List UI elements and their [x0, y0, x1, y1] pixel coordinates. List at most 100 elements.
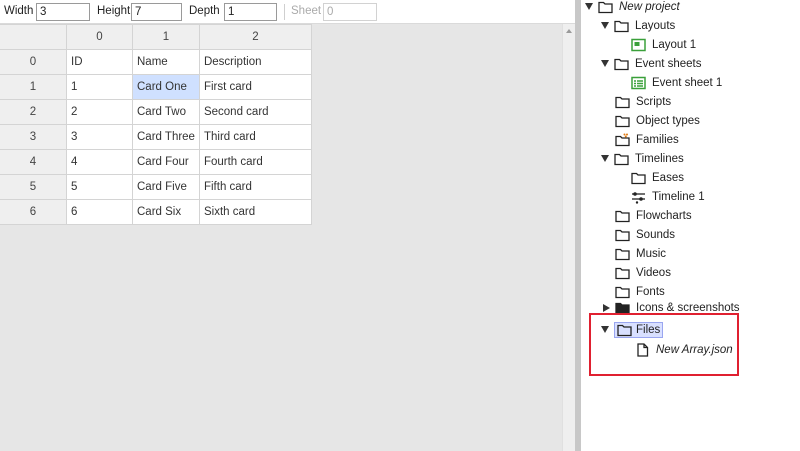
- folder-icon: [631, 172, 646, 184]
- column-header[interactable]: 1: [132, 24, 200, 50]
- table-row: 5 5 Card Five Fifth card: [0, 174, 312, 200]
- row-header[interactable]: 6: [0, 199, 67, 225]
- expand-arrow-icon[interactable]: [601, 60, 609, 67]
- tree-item-event-sheet-1[interactable]: Event sheet 1: [631, 73, 724, 92]
- grid-cell[interactable]: 2: [66, 99, 133, 125]
- grid-cell[interactable]: First card: [198, 74, 312, 100]
- tree-item-layout-1[interactable]: Layout 1: [631, 35, 698, 54]
- tree-item-label: Event sheet 1: [652, 76, 723, 89]
- tree-item-timelines[interactable]: Timelines: [601, 149, 686, 168]
- table-row: 2 2 Card Two Second card: [0, 99, 312, 125]
- tree-item-label: Timelines: [635, 152, 684, 165]
- grid-cell[interactable]: Card Six: [132, 199, 200, 225]
- expand-arrow-icon[interactable]: [585, 3, 593, 10]
- height-label: Height: [97, 5, 131, 17]
- row-header[interactable]: 1: [0, 74, 67, 100]
- tree-item-flowcharts[interactable]: Flowcharts: [615, 206, 694, 225]
- height-input[interactable]: [131, 3, 182, 21]
- tree-item-sounds[interactable]: Sounds: [615, 225, 677, 244]
- grid-cell[interactable]: Second card: [198, 99, 312, 125]
- grid-cell[interactable]: Third card: [198, 124, 312, 150]
- collapse-arrow-icon[interactable]: [603, 304, 610, 312]
- folder-icon: [614, 153, 629, 165]
- tree-item-event-sheets[interactable]: Event sheets: [601, 54, 703, 73]
- expand-arrow-icon[interactable]: [601, 155, 609, 162]
- families-folder-icon: [615, 133, 630, 146]
- folder-icon: [614, 58, 629, 70]
- array-editor: Width Height Depth Sheet 0 1 2 0 ID Name…: [0, 0, 575, 451]
- grid-cell[interactable]: 6: [66, 199, 133, 225]
- row-header[interactable]: 4: [0, 149, 67, 175]
- array-grid: 0 1 2 0 ID Name Description 1 1 Card One…: [0, 24, 312, 225]
- grid-cell[interactable]: Name: [132, 49, 200, 75]
- tree-item-label: Layouts: [635, 19, 676, 32]
- table-row: 4 4 Card Four Fourth card: [0, 149, 312, 175]
- tree-item-label: New project: [619, 0, 680, 13]
- tree-item-label: Scripts: [636, 95, 672, 108]
- tree-item-label: Timeline 1: [652, 190, 705, 203]
- folder-icon: [615, 210, 630, 222]
- table-row: 3 3 Card Three Third card: [0, 124, 312, 150]
- tree-item-families[interactable]: Families: [615, 130, 681, 149]
- tree-item-eases[interactable]: Eases: [631, 168, 686, 187]
- row-header[interactable]: 5: [0, 174, 67, 200]
- table-row: 0 ID Name Description: [0, 49, 312, 75]
- column-header-row: 0 1 2: [0, 24, 312, 50]
- tree-item-music[interactable]: Music: [615, 244, 668, 263]
- grid-cell[interactable]: Sixth card: [198, 199, 312, 225]
- layout-icon: [631, 38, 646, 51]
- width-label: Width: [4, 5, 34, 17]
- tree-item-label: Music: [636, 247, 667, 260]
- table-row: 6 6 Card Six Sixth card: [0, 199, 312, 225]
- tree-item-label: Flowcharts: [636, 209, 692, 222]
- tree-item-videos[interactable]: Videos: [615, 263, 673, 282]
- scroll-up-arrow-icon[interactable]: [566, 29, 572, 33]
- vertical-scrollbar[interactable]: [562, 24, 575, 451]
- grid-cell[interactable]: 1: [66, 74, 133, 100]
- sheet-input[interactable]: [323, 3, 377, 21]
- grid-cell[interactable]: 3: [66, 124, 133, 150]
- array-toolbar: Width Height Depth Sheet: [0, 0, 575, 24]
- tree-item-fonts[interactable]: Fonts: [615, 282, 667, 301]
- grid-cell[interactable]: Fourth card: [198, 149, 312, 175]
- depth-input[interactable]: [224, 3, 277, 21]
- grid-cell[interactable]: Card Two: [132, 99, 200, 125]
- column-header[interactable]: 2: [198, 24, 312, 50]
- tree-item-scripts[interactable]: Scripts: [615, 92, 673, 111]
- table-row: 1 1 Card One First card: [0, 74, 312, 100]
- grid-cell[interactable]: Description: [198, 49, 312, 75]
- event-sheet-icon: [631, 76, 646, 89]
- width-input[interactable]: [36, 3, 90, 21]
- column-header[interactable]: 0: [66, 24, 133, 50]
- app-window: Width Height Depth Sheet 0 1 2 0 ID Name…: [0, 0, 800, 451]
- grid-cell[interactable]: Card Four: [132, 149, 200, 175]
- expand-arrow-icon[interactable]: [601, 22, 609, 29]
- sheet-label: Sheet: [291, 5, 322, 17]
- row-header[interactable]: 2: [0, 99, 67, 125]
- tree-item-label: Sounds: [636, 228, 676, 241]
- grid-cell[interactable]: Card Five: [132, 174, 200, 200]
- depth-label: Depth: [189, 5, 220, 17]
- grid-cell[interactable]: ID: [66, 49, 133, 75]
- folder-icon: [615, 229, 630, 241]
- row-header[interactable]: 0: [0, 49, 67, 75]
- tree-item-new-project[interactable]: New project: [585, 0, 682, 16]
- tree-item-label: Object types: [636, 114, 700, 127]
- tree-item-object-types[interactable]: Object types: [615, 111, 702, 130]
- tree-item-layouts[interactable]: Layouts: [601, 16, 677, 35]
- tree-item-label: Videos: [636, 266, 671, 279]
- grid-cell[interactable]: 4: [66, 149, 133, 175]
- tree-item-label: Event sheets: [635, 57, 702, 70]
- folder-icon: [598, 1, 613, 13]
- grid-cell-selected[interactable]: Card One: [132, 74, 200, 100]
- annotation-highlight-box: [589, 313, 739, 376]
- grid-cell[interactable]: 5: [66, 174, 133, 200]
- grid-cell[interactable]: Fifth card: [198, 174, 312, 200]
- tree-item-label: Layout 1: [652, 38, 697, 51]
- grid-cell[interactable]: Card Three: [132, 124, 200, 150]
- timeline-icon: [632, 191, 645, 204]
- row-header[interactable]: 3: [0, 124, 67, 150]
- folder-icon: [615, 286, 630, 298]
- tree-item-label: Eases: [652, 171, 684, 184]
- tree-item-timeline-1[interactable]: Timeline 1: [631, 187, 707, 206]
